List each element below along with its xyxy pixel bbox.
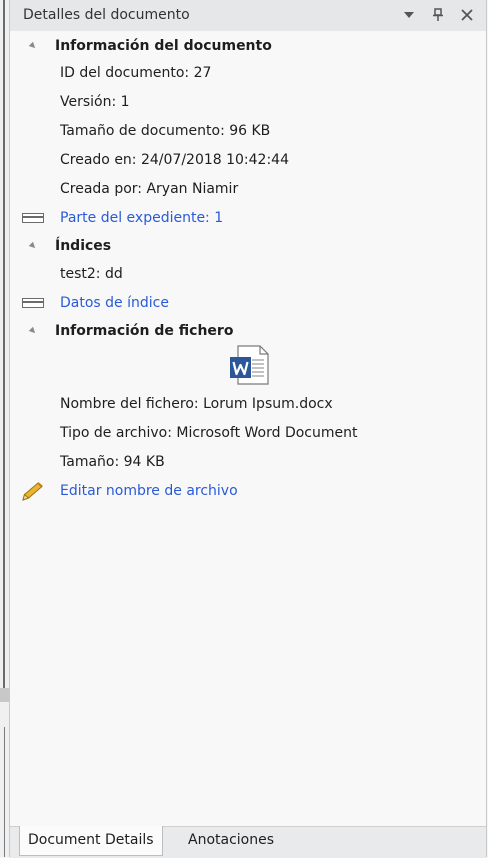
panel-tab-bar: Document Details Anotaciones bbox=[10, 826, 486, 858]
left-window-edge bbox=[0, 0, 9, 857]
collapse-triangle-icon[interactable] bbox=[28, 326, 38, 336]
collapse-triangle-icon[interactable] bbox=[28, 41, 38, 51]
splitter-line-lower bbox=[4, 727, 5, 857]
file-info-title: Información de fichero bbox=[55, 323, 234, 339]
close-button[interactable] bbox=[457, 5, 477, 25]
tab-document-details[interactable]: Document Details bbox=[19, 826, 163, 856]
pin-icon bbox=[433, 8, 443, 21]
pin-button[interactable] bbox=[428, 5, 448, 25]
document-version: Versión: 1 bbox=[60, 94, 130, 110]
index-data-link[interactable]: Datos de índice bbox=[60, 290, 169, 316]
collapse-triangle-icon[interactable] bbox=[28, 241, 38, 251]
dropdown-button[interactable] bbox=[399, 5, 419, 25]
file-name: Nombre del fichero: Lorum Ipsum.docx bbox=[60, 396, 333, 412]
index-bar-icon bbox=[22, 298, 44, 308]
record-link-row[interactable]: Parte del expediente: 1 bbox=[10, 205, 310, 231]
indices-title: Índices bbox=[55, 238, 112, 254]
edit-filename-link[interactable]: Editar nombre de archivo bbox=[60, 478, 238, 504]
close-icon bbox=[461, 9, 473, 21]
index-data-link-row[interactable]: Datos de índice bbox=[10, 290, 310, 316]
record-bar-icon bbox=[22, 213, 44, 223]
details-content: Información del documento ID del documen… bbox=[10, 31, 486, 826]
edit-filename-row[interactable]: Editar nombre de archivo bbox=[10, 478, 310, 504]
document-created-by: Creada por: Aryan Niamir bbox=[60, 181, 239, 197]
index-entry: test2: dd bbox=[60, 266, 123, 282]
splitter-line bbox=[3, 0, 5, 690]
word-document-icon[interactable] bbox=[228, 344, 270, 386]
file-type: Tipo de archivo: Microsoft Word Document bbox=[60, 425, 358, 441]
panel-header: Detalles del documento bbox=[10, 0, 486, 32]
tab-anotaciones[interactable]: Anotaciones bbox=[180, 826, 282, 856]
panel-title: Detalles del documento bbox=[23, 7, 190, 23]
record-link[interactable]: Parte del expediente: 1 bbox=[60, 205, 223, 231]
document-details-panel: Detalles del documento Información del d… bbox=[9, 0, 487, 858]
document-created-on: Creado en: 24/07/2018 10:42:44 bbox=[60, 152, 289, 168]
document-size: Tamaño de documento: 96 KB bbox=[60, 123, 271, 139]
document-id: ID del documento: 27 bbox=[60, 65, 212, 81]
splitter-grip[interactable] bbox=[0, 688, 9, 702]
dropdown-icon bbox=[404, 12, 414, 18]
file-size: Tamaño: 94 KB bbox=[60, 454, 165, 470]
pencil-icon bbox=[22, 482, 43, 501]
doc-info-title: Información del documento bbox=[55, 38, 272, 54]
